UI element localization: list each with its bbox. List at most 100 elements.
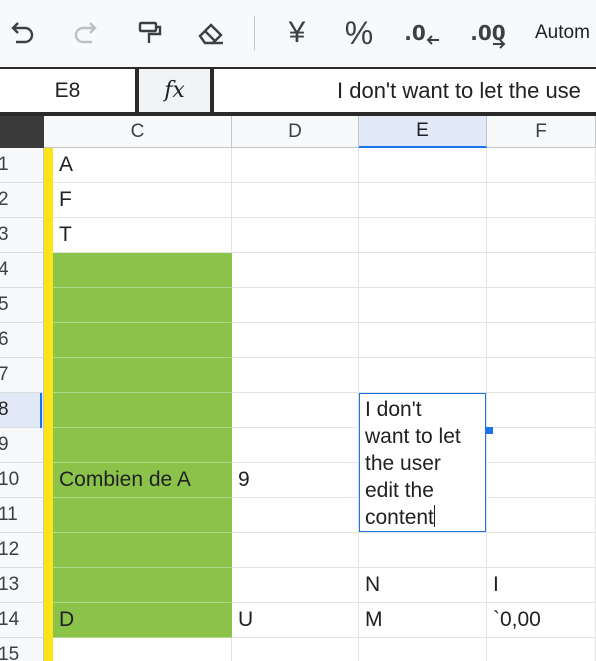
cell-e6[interactable] xyxy=(359,323,487,358)
paint-format-icon[interactable] xyxy=(132,16,168,50)
cell-e12[interactable] xyxy=(359,533,487,568)
percent-icon[interactable]: % xyxy=(340,15,378,51)
cell-f13[interactable]: I xyxy=(487,568,596,603)
cell-f10[interactable] xyxy=(487,463,596,498)
cell-f11[interactable] xyxy=(487,498,596,533)
cell-e1[interactable] xyxy=(359,148,487,183)
cell-c10[interactable]: Combien de A xyxy=(53,463,232,498)
cell-d15[interactable] xyxy=(232,638,359,661)
column-header-f[interactable]: F xyxy=(487,116,596,148)
row-header[interactable]: 5 xyxy=(0,288,44,323)
cell-f8[interactable] xyxy=(487,393,596,428)
redo-icon[interactable] xyxy=(68,16,104,50)
cell-c9[interactable] xyxy=(53,428,232,463)
row-number: 10 xyxy=(0,469,20,490)
cell-c7[interactable] xyxy=(53,358,232,393)
cell-d4[interactable] xyxy=(232,253,359,288)
increase-decimal-button[interactable]: .00 xyxy=(466,16,510,50)
cell-c4[interactable] xyxy=(53,253,232,288)
cell-d3[interactable] xyxy=(232,218,359,253)
cell-f12[interactable] xyxy=(487,533,596,568)
cell-e3[interactable] xyxy=(359,218,487,253)
cell-d10[interactable]: 9 xyxy=(232,463,359,498)
column-header-d[interactable]: D xyxy=(232,116,359,148)
cell-f4[interactable] xyxy=(487,253,596,288)
row-number: 9 xyxy=(0,434,9,455)
formula-input[interactable]: I don't want to let the use xyxy=(214,69,596,112)
cell-editor[interactable]: I don't want to let the user edit the co… xyxy=(359,393,486,532)
column-header-c[interactable]: C xyxy=(44,116,232,148)
cell-c5[interactable] xyxy=(53,288,232,323)
cell-d1[interactable] xyxy=(232,148,359,183)
cell-d6[interactable] xyxy=(232,323,359,358)
cell-e5[interactable] xyxy=(359,288,487,323)
row-number: 3 xyxy=(0,224,9,245)
spreadsheet-grid: C D E F 1 A 2 F 3 T 4 5 6 7 8 9 10 Combien de A 9 11 12 1… xyxy=(0,116,596,661)
cell-c8[interactable] xyxy=(53,393,232,428)
cell-f15[interactable] xyxy=(487,638,596,661)
row-header[interactable]: 2 xyxy=(0,183,44,218)
row-header[interactable]: 13 xyxy=(0,568,44,603)
cell-f5[interactable] xyxy=(487,288,596,323)
row-header[interactable]: 11 xyxy=(0,498,44,533)
cell-c2[interactable]: F xyxy=(53,183,232,218)
cell-d12[interactable] xyxy=(232,533,359,568)
cell-c13[interactable] xyxy=(53,568,232,603)
cell-c6[interactable] xyxy=(53,323,232,358)
cell-d7[interactable] xyxy=(232,358,359,393)
row-header[interactable]: 3 xyxy=(0,218,44,253)
cell-e4[interactable] xyxy=(359,253,487,288)
fill-handle[interactable] xyxy=(486,427,493,434)
row-header[interactable]: 14 xyxy=(0,603,44,638)
row-header[interactable]: 15 xyxy=(0,638,44,661)
column-header-e[interactable]: E xyxy=(359,116,487,148)
row-header[interactable]: 10 xyxy=(0,463,44,498)
cell-f2[interactable] xyxy=(487,183,596,218)
row-header[interactable]: 8 xyxy=(0,393,44,428)
cell-d11[interactable] xyxy=(232,498,359,533)
row-header[interactable]: 7 xyxy=(0,358,44,393)
cell-f3[interactable] xyxy=(487,218,596,253)
cell-e14[interactable]: M xyxy=(359,603,487,638)
cell-d14[interactable]: U xyxy=(232,603,359,638)
row-color-band xyxy=(44,428,53,463)
cell-c14[interactable]: D xyxy=(53,603,232,638)
cell-f7[interactable] xyxy=(487,358,596,393)
cell-e2[interactable] xyxy=(359,183,487,218)
row-color-band xyxy=(44,323,53,358)
cell-e15[interactable] xyxy=(359,638,487,661)
row-header[interactable]: 12 xyxy=(0,533,44,568)
row-header[interactable]: 9 xyxy=(0,428,44,463)
row-header[interactable]: 1 xyxy=(0,148,44,183)
currency-icon[interactable]: ¥ xyxy=(278,16,316,50)
cell-d9[interactable] xyxy=(232,428,359,463)
cell-f1[interactable] xyxy=(487,148,596,183)
number-format-dropdown[interactable]: Autom xyxy=(535,22,590,44)
cell-c1[interactable]: A xyxy=(53,148,232,183)
row-color-band xyxy=(44,498,53,533)
select-all-corner[interactable] xyxy=(0,116,44,148)
cell-c15[interactable] xyxy=(53,638,232,661)
decrease-decimal-button[interactable]: .0 xyxy=(402,16,442,50)
cell-d2[interactable] xyxy=(232,183,359,218)
row-header[interactable]: 6 xyxy=(0,323,44,358)
cell-c12[interactable] xyxy=(53,533,232,568)
row-color-band xyxy=(44,288,53,323)
cell-f14[interactable]: `0,00 xyxy=(487,603,596,638)
cell-f6[interactable] xyxy=(487,323,596,358)
name-box[interactable]: E8 xyxy=(0,69,135,112)
eraser-icon[interactable] xyxy=(192,16,230,50)
row-color-band xyxy=(44,218,53,253)
cell-d13[interactable] xyxy=(232,568,359,603)
row-header[interactable]: 4 xyxy=(0,253,44,288)
cell-c11[interactable] xyxy=(53,498,232,533)
cell-e13[interactable]: N xyxy=(359,568,487,603)
cell-d8[interactable] xyxy=(232,393,359,428)
undo-icon[interactable] xyxy=(4,16,40,50)
cell-c3[interactable]: T xyxy=(53,218,232,253)
row-color-band xyxy=(44,253,53,288)
cell-e7[interactable] xyxy=(359,358,487,393)
cell-d5[interactable] xyxy=(232,288,359,323)
row-number: 6 xyxy=(0,329,9,350)
cell-f9[interactable] xyxy=(487,428,596,463)
